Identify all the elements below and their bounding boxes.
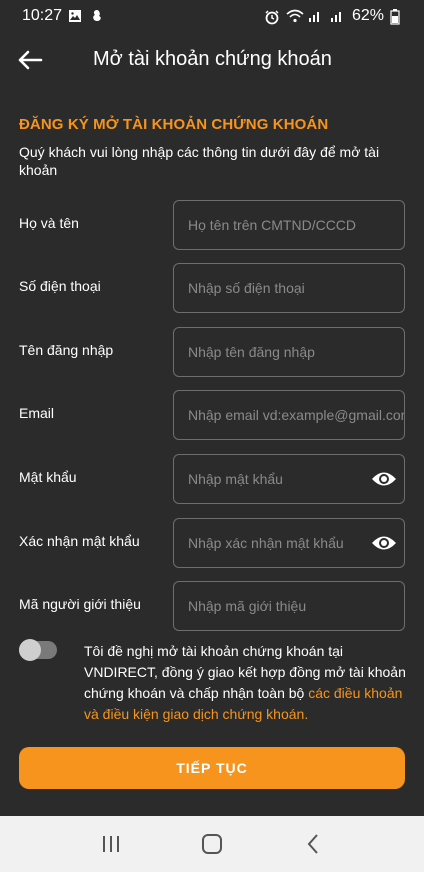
full-name-label: Họ và tên [19,215,79,231]
phone-input[interactable] [174,264,404,312]
referral-label: Mã người giới thiệu [19,596,141,612]
eye-icon [372,472,396,486]
username-field-container [173,327,405,377]
form-row-confirm-password: Xác nhận mật khẩu [0,518,424,568]
form-row-password: Mật khẩu [0,454,424,504]
email-input[interactable] [174,391,404,439]
username-label: Tên đăng nhập [19,342,114,358]
confirm-password-label: Xác nhận mật khẩu [19,533,140,549]
status-time: 10:27 [22,7,63,24]
system-nav-bar [0,816,424,872]
form-row-email: Email [0,390,424,440]
page-title: Mở tài khoản chứng khoán [93,48,332,70]
back-icon [307,834,319,854]
back-button[interactable] [14,44,46,76]
wifi-icon [286,9,304,23]
app-bar: Mở tài khoản chứng khoán [0,32,424,88]
status-left: 10:27 [22,7,106,25]
toggle-knob [19,639,41,661]
referral-field-container [173,581,405,631]
show-confirm-password-button[interactable] [364,519,404,567]
home-button[interactable] [192,824,232,864]
form-row-referral: Mã người giới thiệu [0,581,424,631]
consent-end: . [304,706,309,722]
battery-percent: 62% [351,7,384,24]
form-row-phone: Số điện thoại [0,263,424,313]
eye-icon [372,536,396,550]
email-field-container [173,390,405,440]
form-row-full-name: Họ và tên [0,200,424,250]
email-label: Email [19,405,55,421]
section-title: ĐĂNG KÝ MỞ TÀI KHOẢN CHỨNG KHOÁN [19,116,329,133]
back-nav-button[interactable] [293,824,333,864]
phone-field-container [173,263,405,313]
gallery-icon [68,9,84,23]
recent-apps-icon [102,836,119,852]
alarm-icon [264,9,280,25]
status-right: 62% [264,7,406,25]
signal-icon [330,9,346,23]
recent-apps-button[interactable] [91,824,131,864]
username-input[interactable] [174,328,404,376]
form-row-username: Tên đăng nhập [0,327,424,377]
password-input[interactable] [174,455,364,503]
notification-icon [90,9,106,23]
password-label: Mật khẩu [19,469,77,485]
consent-text: Tôi đề nghị mở tài khoản chứng khoán tại… [84,641,406,725]
confirm-password-input[interactable] [174,519,364,567]
password-field-container [173,454,405,504]
arrow-left-icon [18,50,43,70]
battery-icon [390,9,406,25]
section-description: Quý khách vui lòng nhập các thông tin dư… [19,144,380,178]
home-icon [201,834,222,854]
signal-icon [308,9,324,23]
full-name-input[interactable] [174,201,404,249]
status-bar: 10:27 62% [0,0,424,32]
phone-label: Số điện thoại [19,278,101,294]
consent-toggle[interactable] [19,639,57,661]
referral-input[interactable] [174,582,404,630]
full-name-field-container [173,200,405,250]
consent-section: Tôi đề nghị mở tài khoản chứng khoán tại… [0,637,424,727]
continue-button[interactable]: TIẾP TỤC [19,747,405,789]
confirm-password-field-container [173,518,405,568]
show-password-button[interactable] [364,455,404,503]
